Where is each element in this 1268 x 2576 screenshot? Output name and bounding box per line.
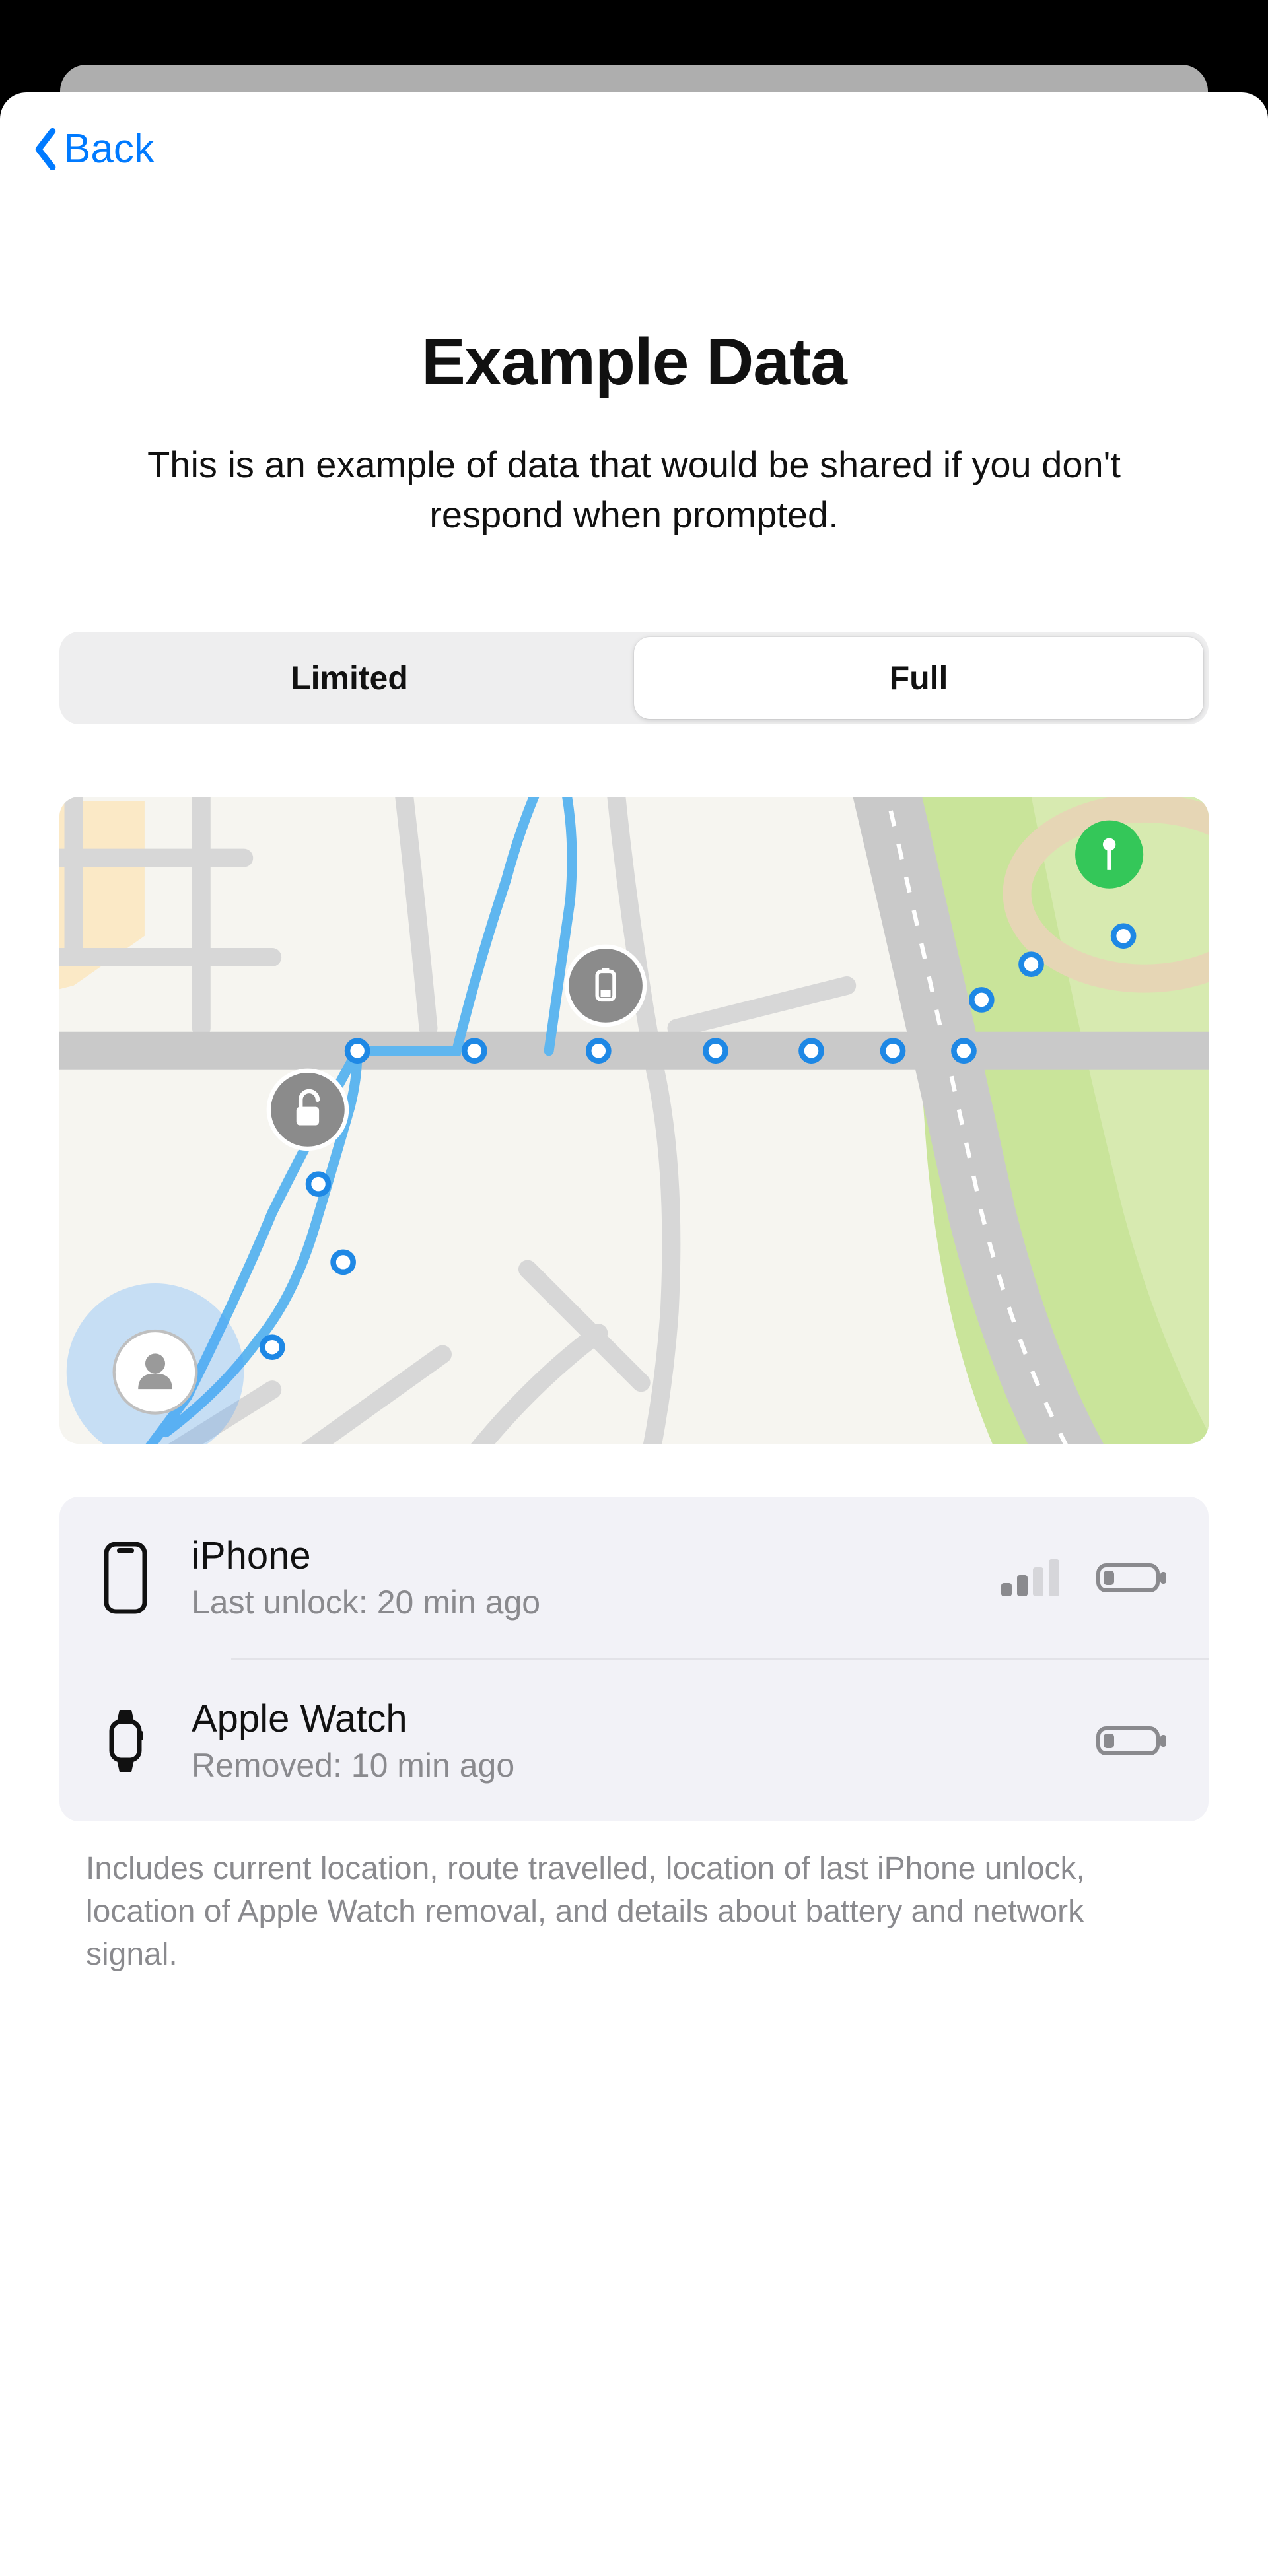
battery-icon (1096, 1723, 1169, 1759)
segment-limited[interactable]: Limited (65, 637, 634, 719)
battery-icon (1096, 1560, 1169, 1596)
segment-full[interactable]: Full (634, 637, 1203, 719)
device-row-watch[interactable]: Apple Watch Removed: 10 min ago (231, 1658, 1209, 1821)
modal-sheet: Back Example Data This is an example of … (0, 92, 1268, 2576)
device-status: Removed: 10 min ago (192, 1746, 1063, 1784)
iphone-icon (92, 1542, 158, 1614)
back-button[interactable]: Back (0, 119, 188, 179)
device-status: Last unlock: 20 min ago (192, 1583, 967, 1621)
page-subtitle: This is an example of data that would be… (59, 440, 1209, 539)
device-name: iPhone (192, 1534, 967, 1578)
map-preview (59, 797, 1209, 1444)
device-name: Apple Watch (192, 1697, 1063, 1741)
applewatch-icon (92, 1705, 158, 1777)
watch-marker (567, 947, 645, 1025)
device-row-iphone[interactable]: iPhone Last unlock: 20 min ago (59, 1497, 1209, 1658)
status-bar (0, 0, 1268, 65)
page-title: Example Data (59, 324, 1209, 400)
back-label: Back (63, 125, 155, 172)
device-list: iPhone Last unlock: 20 min ago (59, 1497, 1209, 1821)
segmented-control[interactable]: Limited Full (59, 632, 1209, 724)
signal-bars-icon (1000, 1557, 1063, 1599)
footnote-text: Includes current location, route travell… (86, 1848, 1209, 1976)
chevron-left-icon (33, 128, 58, 170)
